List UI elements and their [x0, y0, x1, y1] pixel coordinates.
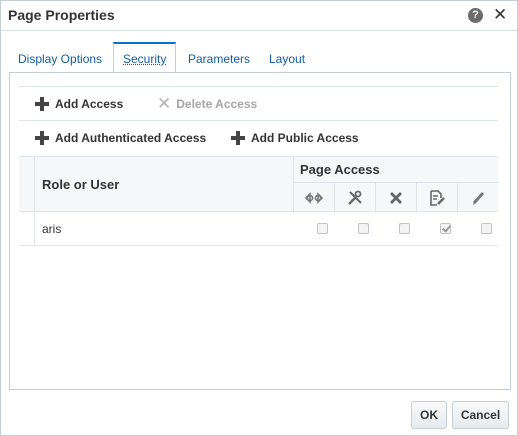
add-public-access-button[interactable]: Add Public Access — [231, 130, 359, 146]
edit-icon — [458, 183, 499, 213]
delete-access-label: Delete Access — [176, 97, 258, 111]
page-properties-dialog: Page Properties ? ✕ Display Options Secu… — [0, 0, 518, 436]
cancel-button[interactable]: Cancel — [452, 401, 509, 429]
add-authenticated-access-label: Add Authenticated Access — [55, 131, 207, 145]
view-icon — [294, 183, 335, 213]
ok-button[interactable]: OK — [411, 401, 447, 429]
tab-parameters[interactable]: Parameters — [179, 42, 259, 72]
table-row[interactable]: aris — [19, 212, 498, 246]
view-checkbox[interactable] — [317, 223, 328, 234]
help-icon[interactable]: ? — [468, 8, 483, 23]
tab-layout[interactable]: Layout — [260, 42, 314, 72]
tab-display-options[interactable]: Display Options — [9, 42, 111, 72]
dialog-title: Page Properties — [8, 7, 115, 23]
plus-icon — [35, 131, 49, 145]
access-toolbar: Add Access ✕ Delete Access — [19, 86, 498, 121]
update-icon — [417, 183, 458, 213]
tab-label: Layout — [269, 52, 306, 66]
tab-label: Security — [123, 52, 167, 66]
add-access-label: Add Access — [55, 97, 124, 111]
customize-icon — [335, 183, 376, 213]
delete-access-button[interactable]: ✕ Delete Access — [157, 94, 258, 113]
edit-checkbox[interactable] — [481, 223, 492, 234]
tab-security[interactable]: Security — [113, 42, 177, 73]
update-checkbox[interactable] — [440, 223, 451, 234]
dialog-titlebar: Page Properties ? ✕ — [1, 1, 517, 31]
tab-bar: Display Options Security Parameters Layo… — [9, 42, 509, 73]
page-access-icons — [294, 182, 499, 213]
grid-header: Role or User Page Access — [19, 156, 499, 213]
col-page-access: Page Access — [300, 162, 380, 177]
add-access-button[interactable]: Add Access — [35, 96, 123, 112]
security-panel: Add Access ✕ Delete Access Add Authentic… — [9, 72, 511, 390]
delete-checkbox[interactable] — [399, 223, 410, 234]
row-role-name: aris — [42, 222, 62, 236]
customize-checkbox[interactable] — [358, 223, 369, 234]
delete-x-icon: ✕ — [157, 94, 172, 113]
page-access-group: Page Access — [293, 157, 499, 213]
delete-icon — [376, 183, 417, 213]
col-role-or-user[interactable]: Role or User — [42, 177, 119, 192]
add-public-access-label: Add Public Access — [251, 131, 359, 145]
plus-icon — [35, 97, 49, 111]
tab-label: Parameters — [188, 52, 251, 66]
tab-label: Display Options — [18, 52, 103, 66]
add-authenticated-access-button[interactable]: Add Authenticated Access — [35, 130, 206, 146]
plus-icon — [231, 131, 245, 145]
public-access-toolbar: Add Authenticated Access Add Public Acce… — [19, 121, 498, 156]
close-icon[interactable]: ✕ — [493, 5, 507, 25]
